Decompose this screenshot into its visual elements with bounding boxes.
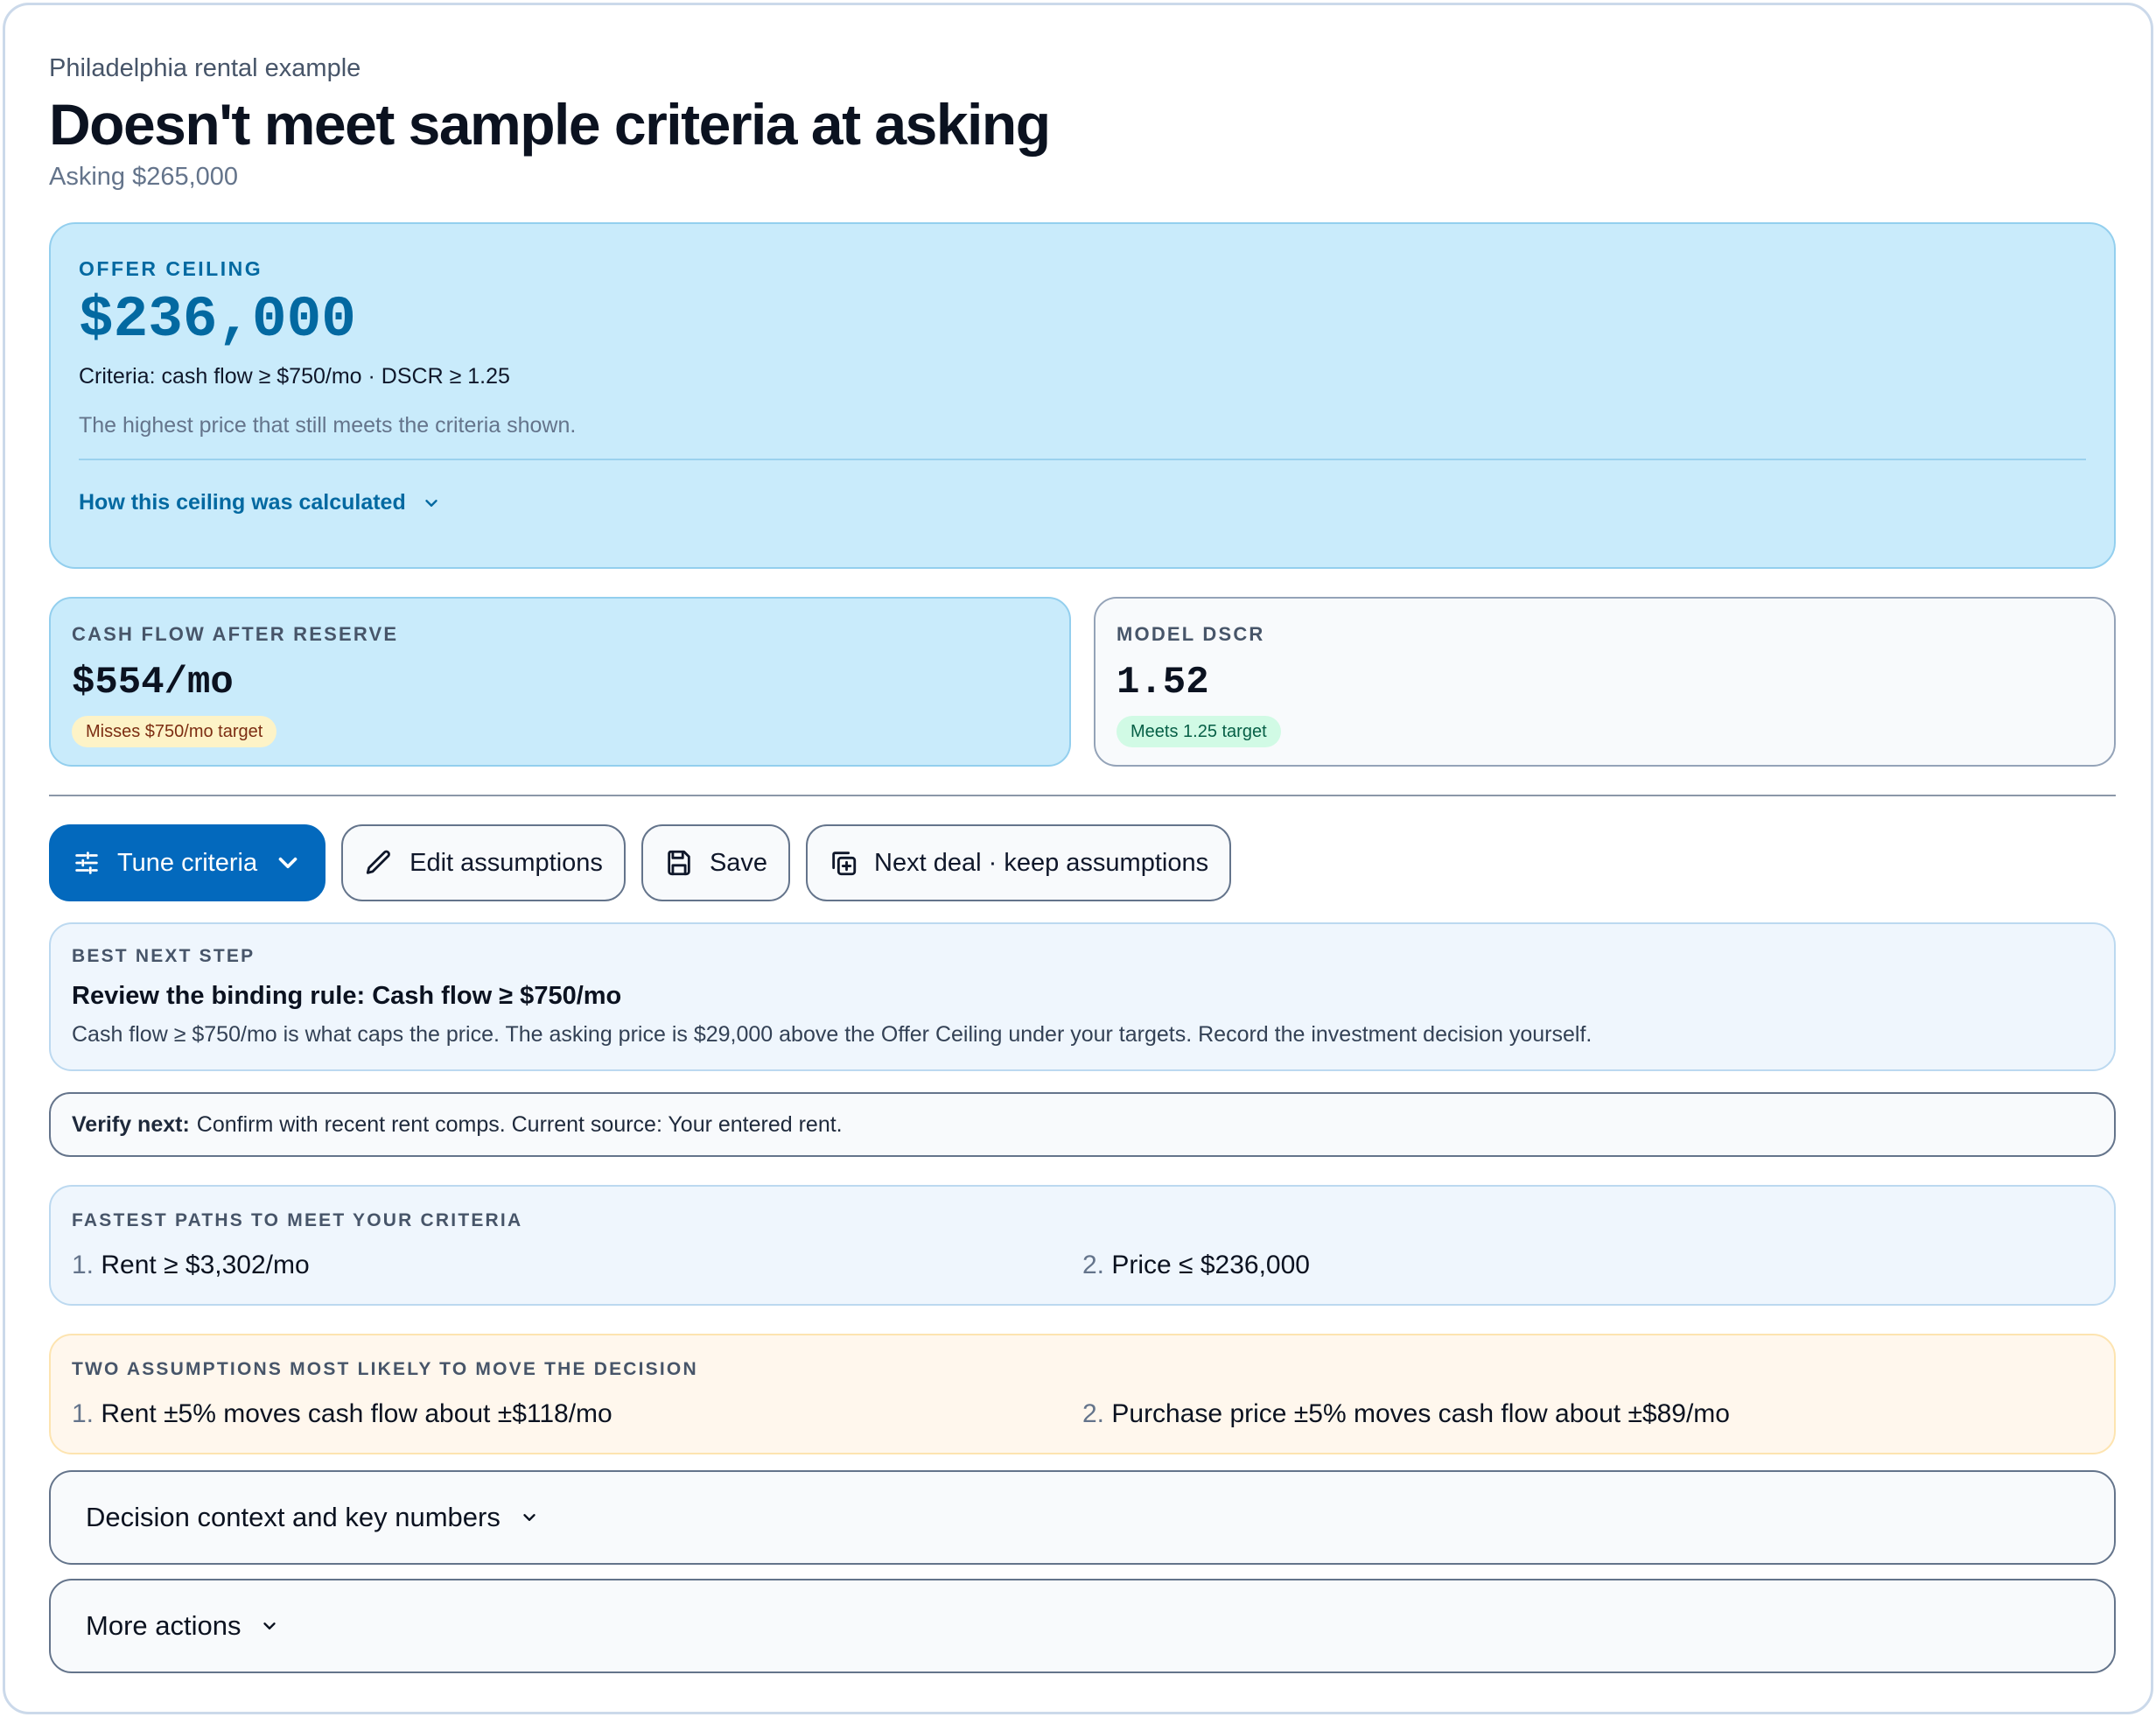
verify-next-label: Verify next: [72, 1111, 190, 1137]
list-item-number: 2. [1082, 1399, 1105, 1428]
best-next-step-label: BEST NEXT STEP [72, 946, 256, 966]
list-item: 1. Rent ±5% moves cash flow about ±$118/… [72, 1397, 1082, 1432]
dscr-status-badge: Meets 1.25 target [1116, 716, 1281, 747]
list-item: 2. Price ≤ $236,000 [1082, 1248, 2093, 1283]
list-item-text: Price ≤ $236,000 [1111, 1251, 1310, 1279]
best-next-step-title: Review the binding rule: Cash flow ≥ $75… [72, 982, 622, 1010]
list-item: 2. Purchase price ±5% moves cash flow ab… [1082, 1397, 2093, 1432]
decision-context-toggle[interactable]: Decision context and key numbers [49, 1470, 2116, 1565]
fastest-paths-list: 1. Rent ≥ $3,302/mo 2. Price ≤ $236,000 [72, 1248, 2093, 1283]
chevron-down-icon [425, 499, 438, 507]
offer-ceiling-value: $236,000 [79, 287, 356, 353]
next-deal-button[interactable]: Next deal · keep assumptions [806, 824, 1232, 901]
tune-criteria-button[interactable]: Tune criteria [49, 824, 326, 901]
divider [79, 459, 2086, 460]
key-assumptions-label: TWO ASSUMPTIONS MOST LIKELY TO MOVE THE … [72, 1359, 698, 1379]
tune-criteria-label: Tune criteria [117, 848, 258, 877]
page-title: Doesn't meet sample criteria at asking [49, 92, 1051, 157]
best-next-step-card: BEST NEXT STEP Review the binding rule: … [49, 922, 2116, 1071]
pencil-icon [366, 850, 391, 874]
verify-next-banner: Verify next: Confirm with recent rent co… [49, 1092, 2116, 1157]
cash-flow-value: $554/mo [72, 661, 234, 704]
save-icon [668, 850, 690, 876]
metrics-row: CASH FLOW AFTER RESERVE $554/mo Misses $… [49, 597, 2116, 767]
edit-assumptions-label: Edit assumptions [410, 848, 603, 877]
key-assumptions-list: 1. Rent ±5% moves cash flow about ±$118/… [72, 1397, 2093, 1432]
key-assumptions-card: TWO ASSUMPTIONS MOST LIKELY TO MOVE THE … [49, 1334, 2116, 1454]
fastest-paths-label: FASTEST PATHS TO MEET YOUR CRITERIA [72, 1210, 523, 1230]
fastest-paths-card: FASTEST PATHS TO MEET YOUR CRITERIA 1. R… [49, 1185, 2116, 1306]
list-item-text: Purchase price ±5% moves cash flow about… [1111, 1399, 1730, 1428]
decision-context-label: Decision context and key numbers [86, 1502, 500, 1532]
verify-next-text: Confirm with recent rent comps. Current … [196, 1111, 843, 1137]
ceiling-calculation-toggle-label: How this ceiling was calculated [79, 490, 406, 515]
sliders-icon [75, 851, 98, 874]
more-actions-label: More actions [86, 1610, 242, 1641]
cash-flow-label: CASH FLOW AFTER RESERVE [72, 623, 399, 645]
chevron-down-icon [278, 857, 298, 869]
offer-ceiling-label: OFFER CEILING [79, 257, 263, 280]
asking-price: Asking $265,000 [49, 163, 239, 191]
dscr-label: MODEL DSCR [1116, 623, 1265, 645]
dscr-card: MODEL DSCR 1.52 Meets 1.25 target [1094, 597, 2116, 767]
main-content: Philadelphia rental example Doesn't meet… [49, 51, 2116, 1673]
list-item-text: Rent ±5% moves cash flow about ±$118/mo [101, 1399, 612, 1428]
ceiling-calculation-toggle[interactable]: How this ceiling was calculated [79, 490, 441, 515]
more-actions-toggle[interactable]: More actions [49, 1579, 2116, 1673]
edit-assumptions-button[interactable]: Edit assumptions [341, 824, 626, 901]
save-button[interactable]: Save [640, 824, 791, 901]
chevron-down-icon [523, 1514, 536, 1521]
dscr-value: 1.52 [1116, 661, 1209, 704]
cash-flow-status-badge: Misses $750/mo target [72, 716, 277, 747]
list-item-number: 1. [72, 1399, 94, 1428]
app-frame: Philadelphia rental example Doesn't meet… [3, 3, 2153, 1714]
section-divider [49, 795, 2116, 796]
next-deal-label: Next deal · keep assumptions [874, 848, 1209, 877]
chevron-down-icon [263, 1622, 276, 1629]
offer-ceiling-card: OFFER CEILING $236,000 Criteria: cash fl… [49, 222, 2116, 569]
cash-flow-card: CASH FLOW AFTER RESERVE $554/mo Misses $… [49, 597, 1071, 767]
list-item-number: 1. [72, 1251, 94, 1279]
list-item: 1. Rent ≥ $3,302/mo [72, 1248, 1082, 1283]
list-item-number: 2. [1082, 1251, 1105, 1279]
list-item-text: Rent ≥ $3,302/mo [101, 1251, 310, 1279]
save-label: Save [709, 848, 768, 877]
copy-plus-icon [832, 851, 857, 876]
offer-ceiling-criteria: Criteria: cash flow ≥ $750/mo · DSCR ≥ 1… [79, 364, 510, 389]
page-eyebrow: Philadelphia rental example [49, 54, 361, 82]
offer-ceiling-note: The highest price that still meets the c… [79, 413, 577, 438]
best-next-step-body: Cash flow ≥ $750/mo is what caps the pri… [72, 1022, 1592, 1047]
action-toolbar: Tune criteria Edit assumptions Save Next… [49, 824, 2116, 901]
